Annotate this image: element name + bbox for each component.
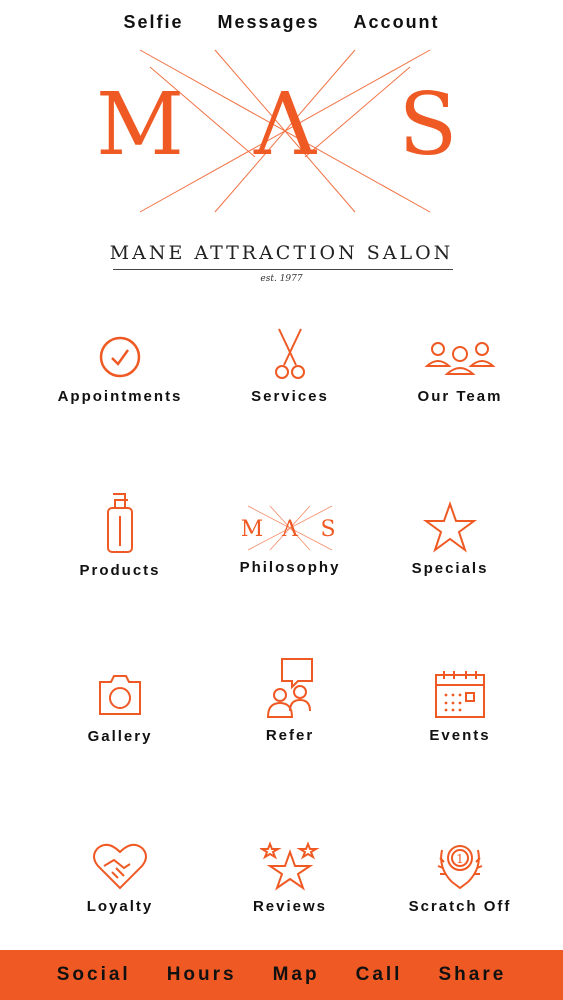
hours-button[interactable]: Hours [167,964,237,986]
svg-text:M: M [241,517,264,542]
refer-chat-icon [266,658,313,718]
pump-bottle-icon [107,493,133,553]
svg-text:Λ: Λ [281,517,299,542]
stars-icon [260,841,320,891]
call-button[interactable]: Call [356,964,403,986]
tile-loyalty[interactable]: Loyalty [30,838,210,928]
heart-handshake-icon [93,843,147,890]
feature-grid: Appointments Services Our Team Products … [0,0,563,1000]
tile-philosophy[interactable]: M Λ S Philosophy [200,503,380,593]
specials-label: Specials [411,560,489,577]
share-button[interactable]: Share [438,964,506,986]
map-button[interactable]: Map [273,964,320,986]
tile-our-team[interactable]: Our Team [370,332,550,422]
tile-refer[interactable]: Refer [200,655,380,745]
tile-services[interactable]: Services [200,325,380,415]
events-label: Events [429,727,491,744]
tile-products[interactable]: Products [30,490,210,580]
svg-text:S: S [320,517,335,542]
calendar-icon [435,671,485,718]
scissors-icon [275,328,305,379]
loyalty-label: Loyalty [86,898,154,915]
tile-reviews[interactable]: Reviews [200,838,380,928]
social-button[interactable]: Social [57,964,131,986]
svg-text:1: 1 [456,852,464,866]
checkmark-circle-icon [99,336,141,378]
products-label: Products [79,562,161,579]
scratch-off-label: Scratch Off [408,898,512,915]
reviews-label: Reviews [252,898,328,915]
philosophy-label: Philosophy [239,559,341,576]
camera-icon [99,675,141,715]
team-icon [424,342,496,375]
our-team-label: Our Team [417,388,503,405]
tile-gallery[interactable]: Gallery [30,668,210,758]
star-icon [422,500,478,553]
bottom-bar: Social Hours Map Call Share [0,950,563,1000]
mas-monogram-icon: M Λ S [241,505,336,551]
refer-label: Refer [265,727,315,744]
tile-specials[interactable]: Specials [360,500,540,590]
medal-icon: 1 [437,845,483,890]
tile-appointments[interactable]: Appointments [30,332,210,422]
gallery-label: Gallery [87,728,153,745]
appointments-label: Appointments [57,388,183,405]
tile-scratch-off[interactable]: 1 Scratch Off [370,838,550,928]
tile-events[interactable]: Events [370,667,550,757]
services-label: Services [251,388,329,405]
